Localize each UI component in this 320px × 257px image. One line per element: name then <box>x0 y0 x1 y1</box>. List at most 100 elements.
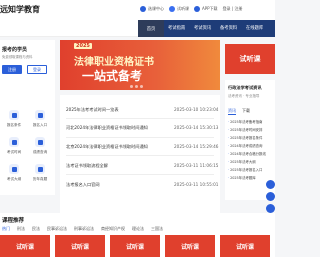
course-tab[interactable]: 民法 <box>32 226 40 232</box>
news-title: 河北2024年法律职业资格证书领取时间通知 <box>66 125 148 130</box>
bullet-icon: · <box>228 152 230 156</box>
papers-icon <box>35 164 45 174</box>
news-title: 北京2024年法律职业资格证书领取时间通知 <box>66 144 148 149</box>
item-label: 2025年法考报名入口 <box>230 168 263 172</box>
right-panel-item[interactable]: ·2025年法考时间安排 <box>228 127 262 132</box>
right-panel-item[interactable]: ·2025年法考大纲 <box>228 159 256 164</box>
trial-class-link[interactable]: 试听课 <box>169 6 189 12</box>
nav-item-guide[interactable]: 考试指南 <box>168 25 185 31</box>
item-label: 2025年法考题库 <box>230 176 256 180</box>
tab-news[interactable]: 资讯 <box>228 108 236 115</box>
left-panel-title: 报考的学员 <box>2 47 28 53</box>
quick-link-label: 报名入口 <box>32 123 48 127</box>
right-promo-banner[interactable]: 试听课 <box>225 44 275 74</box>
register-button[interactable]: 注册 <box>2 65 22 74</box>
banner-dot[interactable] <box>130 85 133 88</box>
course-card[interactable]: 试听课 <box>55 235 105 257</box>
course-tab[interactable]: 热门 <box>2 226 10 232</box>
bullet-icon: · <box>228 176 230 180</box>
quick-link-entry[interactable]: 报名入口 <box>28 110 52 128</box>
course-tabs: 热门 刑法 民法 民事诉讼法 刑事诉讼法 商经知识产权 理论法 三国法 <box>2 226 163 232</box>
quick-link-conditions[interactable]: 报名条件 <box>2 110 26 128</box>
right-panel-title: 行政法学考试资讯 <box>228 85 262 90</box>
banner-dot[interactable] <box>135 85 138 88</box>
left-panel-subtitle: 免费领取课程与资料 <box>2 55 33 59</box>
app-download-link[interactable]: APP下载 <box>194 6 218 12</box>
course-tab[interactable]: 商经知识产权 <box>101 226 125 232</box>
trial-class-label: 试听课 <box>177 6 189 11</box>
right-panel-item[interactable]: ·2025年法考备考指南 <box>228 119 262 124</box>
tab-download[interactable]: 下载 <box>242 108 250 115</box>
course-card[interactable]: 试听课 <box>110 235 160 257</box>
quick-link-exam-time[interactable]: 考试时间 <box>2 137 26 155</box>
news-date: 2025-03-14 15:29:46 <box>174 144 219 149</box>
item-label: 2024年法考成绩查询 <box>230 144 263 148</box>
course-center-icon <box>140 6 146 12</box>
bullet-icon: · <box>228 136 230 140</box>
quick-link-syllabus[interactable]: 考试大纲 <box>2 164 26 182</box>
course-card[interactable]: 试听课 <box>0 235 50 257</box>
bullet-icon: · <box>228 160 230 164</box>
auth-link[interactable]: 登录 | 注册 <box>223 6 243 12</box>
banner-year-badge: 2025 <box>74 43 92 49</box>
item-label: 2025年法考大纲 <box>230 160 256 164</box>
news-title: 2025年法考考试时间一览表 <box>66 107 119 112</box>
right-panel-item[interactable]: ·2025年法考报名条件 <box>228 135 262 140</box>
right-panel-subtitle: 法考资讯 · 专业指导 <box>228 94 260 98</box>
nav-item-question-bank[interactable]: 在线题库 <box>246 25 263 31</box>
bullet-icon: · <box>228 120 230 124</box>
course-card[interactable]: 试听课 <box>220 235 270 257</box>
banner-dot[interactable] <box>140 85 143 88</box>
app-download-icon <box>194 6 200 12</box>
promo-banner[interactable]: 2025 法律职业资格证书 一站式备考 <box>60 40 220 90</box>
top-bar: 远知学教育 选课中心 试听课 APP下载 登录 | 注册 <box>0 0 275 20</box>
syllabus-icon <box>9 164 19 174</box>
quick-link-label: 历年真题 <box>32 177 48 181</box>
float-top-icon[interactable] <box>266 204 275 213</box>
nav-bar-dark: 考试指南 考试资讯 备考资料 在线题库 <box>164 20 275 37</box>
news-date: 2025-03-11 11:06:15 <box>174 163 219 168</box>
news-title: 法考报名入口官网 <box>66 182 100 187</box>
course-tab[interactable]: 三国法 <box>151 226 163 232</box>
quick-link-label: 考试时间 <box>6 150 22 154</box>
float-service-icon[interactable] <box>266 180 275 189</box>
news-item[interactable]: 2025年法考考试时间一览表 2025-03-10 10:23:04 <box>66 107 219 113</box>
course-section-title: 课程推荐 <box>2 218 25 224</box>
right-panel-item[interactable]: ·2024年法考合格分数线 <box>228 151 266 156</box>
bullet-icon: · <box>228 144 230 148</box>
login-button[interactable]: 登录 <box>27 65 47 74</box>
quick-link-past-papers[interactable]: 历年真题 <box>28 164 52 182</box>
course-tab[interactable]: 刑法 <box>17 226 25 232</box>
course-tab[interactable]: 刑事诉讼法 <box>74 226 94 232</box>
nav-item-news[interactable]: 考试资讯 <box>194 25 211 31</box>
conditions-icon <box>9 110 19 120</box>
course-tab[interactable]: 理论法 <box>132 226 144 232</box>
news-item[interactable]: 法考报名入口官网 2025-03-11 10:55:01 <box>66 182 219 188</box>
nav-item-materials[interactable]: 备考资料 <box>220 25 237 31</box>
quick-link-score[interactable]: 成绩查询 <box>28 137 52 155</box>
divider <box>66 137 214 138</box>
bullet-icon: · <box>228 168 230 172</box>
course-center-link[interactable]: 选课中心 <box>140 6 164 12</box>
banner-subheadline: 一站式备考 <box>82 69 143 83</box>
right-panel-item[interactable]: ·2025年法考题库 <box>228 175 256 180</box>
entry-icon <box>35 110 45 120</box>
right-panel-tabs: 资讯 下载 <box>228 108 250 115</box>
float-chat-icon[interactable] <box>266 192 275 201</box>
quick-link-label: 考试大纲 <box>6 177 22 181</box>
news-item[interactable]: 北京2024年法律职业资格证书领取时间通知 2025-03-14 15:29:4… <box>66 144 219 150</box>
site-logo[interactable]: 远知学教育 <box>0 4 40 15</box>
right-panel-item[interactable]: ·2024年法考成绩查询 <box>228 143 262 148</box>
news-item[interactable]: 河北2024年法律职业资格证书领取时间通知 2025-03-14 15:30:1… <box>66 125 218 131</box>
right-panel-item[interactable]: ·2025年法考报名入口 <box>228 167 262 172</box>
news-item[interactable]: 法考证书领取流程全解 2025-03-11 11:06:15 <box>66 163 219 169</box>
course-tab[interactable]: 民事诉讼法 <box>47 226 67 232</box>
news-date: 2025-03-10 10:23:04 <box>174 107 219 112</box>
course-card[interactable]: 试听课 <box>165 235 215 257</box>
score-icon <box>35 137 45 147</box>
course-cards: 试听课 试听课 试听课 试听课 试听课 <box>0 235 270 257</box>
nav-item-home[interactable]: 首页 <box>138 20 164 37</box>
divider <box>66 155 214 156</box>
news-date: 2025-03-11 10:55:01 <box>174 182 219 187</box>
left-panel: 报考的学员 免费领取课程与资料 注册 登录 报名条件 报名入口 考试时间 成绩查… <box>0 40 55 195</box>
